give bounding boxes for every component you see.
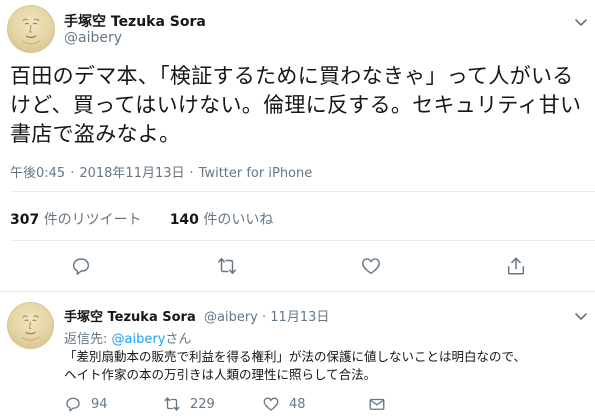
like-stat[interactable]: 140 件のいいね [170, 212, 274, 228]
retweet-button[interactable]: 229 [163, 395, 215, 413]
heart-icon[interactable] [360, 255, 382, 277]
chevron-down-icon[interactable] [573, 308, 589, 324]
message-button[interactable] [368, 395, 395, 413]
reply-text: 「差別扇動本の販売で利益を得る権利」が法の保護に値しないことは明白なので、 ヘイ… [64, 349, 527, 382]
reply-icon [66, 397, 80, 412]
reply-count: 94 [91, 396, 108, 412]
retweet-stat[interactable]: 307 件のリツイート [10, 212, 142, 228]
tweet-time[interactable]: 午後0:45 [10, 166, 65, 181]
author-name[interactable]: 手塚空 Tezuka Sora [64, 11, 206, 31]
tweet-source[interactable]: Twitter for iPhone [199, 166, 313, 181]
retweet-icon [164, 397, 180, 411]
retweet-icon[interactable] [216, 255, 238, 277]
heart-icon [263, 397, 279, 411]
tweet-stats: 307 件のリツイート 140 件のいいね [10, 209, 301, 229]
reply-button[interactable]: 94 [64, 395, 108, 413]
avatar-drawing [7, 302, 54, 349]
like-count: 48 [289, 396, 306, 412]
envelope-icon [369, 398, 385, 410]
replying-to-handle[interactable]: @aibery [112, 332, 166, 347]
reply-meta: @aibery · 11月13日 [204, 310, 330, 325]
chevron-down-icon[interactable] [573, 14, 589, 30]
author-handle[interactable]: @aibery [64, 30, 122, 46]
avatar-drawing [7, 5, 55, 53]
like-button[interactable]: 48 [262, 395, 306, 413]
main-tweet: 手塚空 Tezuka Sora @aibery 百田のデマ本、「検証するために買… [0, 0, 595, 292]
retweet-count: 229 [190, 396, 215, 412]
divider [10, 240, 595, 241]
author-handle[interactable]: @aibery [204, 310, 258, 325]
avatar[interactable] [7, 5, 55, 53]
tweet-meta: 午後0:45 · 2018年11月13日 · Twitter for iPhone [10, 166, 313, 181]
tweet-text: 百田のデマ本、「検証するために買わなきゃ」って人がいる けど、買ってはいけない。… [10, 64, 582, 146]
author-name[interactable]: 手塚空 Tezuka Sora [64, 306, 196, 325]
divider [10, 191, 595, 192]
share-icon[interactable] [505, 255, 527, 277]
tweet-date[interactable]: 11月13日 [270, 310, 329, 325]
avatar[interactable] [7, 302, 54, 349]
tweet-date[interactable]: 2018年11月13日 [79, 166, 184, 181]
reply-icon[interactable] [70, 255, 92, 277]
replying-to: 返信先: @aiberyさん [64, 332, 192, 347]
